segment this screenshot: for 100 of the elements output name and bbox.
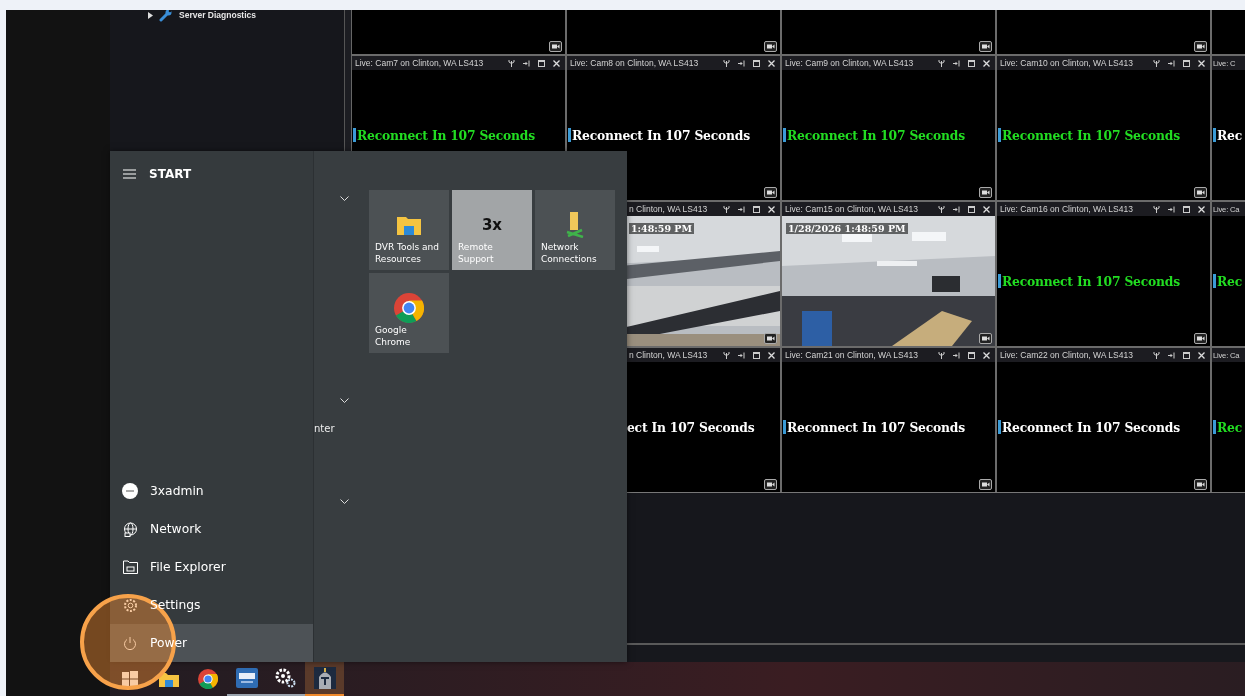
antenna-icon[interactable] bbox=[723, 59, 730, 67]
video-camera-icon[interactable] bbox=[979, 187, 992, 198]
chrome-icon bbox=[394, 293, 424, 323]
camera-title: Live: Cam7 on Clinton, WA LS413 bbox=[355, 58, 484, 68]
app-tile[interactable]: Network Connections bbox=[535, 190, 615, 270]
camera-title: n Clinton, WA LS413 bbox=[629, 350, 708, 360]
app-tile[interactable]: DVR Tools and Resources bbox=[369, 190, 449, 270]
maximize-icon[interactable] bbox=[538, 59, 545, 67]
app-tile[interactable]: Google Chrome bbox=[369, 273, 449, 353]
close-icon[interactable] bbox=[768, 59, 775, 67]
maximize-icon[interactable] bbox=[753, 59, 760, 67]
arrow-into-bracket-icon[interactable] bbox=[953, 351, 960, 359]
tree-item[interactable]: Server Diagnostics bbox=[148, 10, 344, 22]
reconnect-message: Reconnect In 107 Seconds bbox=[357, 127, 535, 143]
reconnect-message: Rec bbox=[1217, 127, 1242, 143]
gears-icon bbox=[274, 668, 297, 688]
menu-item[interactable]: 3xadmin bbox=[110, 472, 313, 510]
camera-title: Live: Cam10 on Clinton, WA LS413 bbox=[1000, 58, 1133, 68]
video-camera-icon[interactable] bbox=[979, 333, 992, 344]
maximize-icon[interactable] bbox=[1183, 351, 1190, 359]
maximize-icon[interactable] bbox=[968, 351, 975, 359]
message-marker bbox=[353, 128, 356, 142]
close-icon[interactable] bbox=[983, 59, 990, 67]
antenna-icon[interactable] bbox=[723, 351, 730, 359]
arrow-into-bracket-icon[interactable] bbox=[738, 59, 745, 67]
network-folder-icon bbox=[564, 212, 586, 238]
group-label: nter bbox=[314, 423, 335, 434]
maximize-icon[interactable] bbox=[1183, 59, 1190, 67]
video-camera-icon[interactable] bbox=[1194, 333, 1207, 344]
message-marker bbox=[998, 274, 1001, 288]
close-icon[interactable] bbox=[553, 59, 560, 67]
camera-title: Live: Cam16 on Clinton, WA LS413 bbox=[1000, 204, 1133, 214]
video-timestamp: 1:48:59 PM bbox=[629, 223, 695, 234]
maximize-icon[interactable] bbox=[1183, 205, 1190, 213]
close-icon[interactable] bbox=[768, 351, 775, 359]
message-marker bbox=[998, 420, 1001, 434]
arrow-into-bracket-icon[interactable] bbox=[1168, 351, 1175, 359]
arrow-into-bracket-icon[interactable] bbox=[738, 205, 745, 213]
antenna-icon[interactable] bbox=[938, 205, 945, 213]
video-camera-icon[interactable] bbox=[1194, 187, 1207, 198]
antenna-icon[interactable] bbox=[1153, 205, 1160, 213]
close-icon[interactable] bbox=[768, 205, 775, 213]
arrow-into-bracket-icon[interactable] bbox=[738, 351, 745, 359]
app-tile[interactable]: 3x Remote Support bbox=[452, 190, 532, 270]
reconnect-message: Reconnect In 107 Seconds bbox=[787, 419, 965, 435]
menu-icon[interactable] bbox=[123, 169, 136, 179]
antenna-icon[interactable] bbox=[938, 351, 945, 359]
message-marker bbox=[783, 128, 786, 142]
arrow-into-bracket-icon[interactable] bbox=[523, 59, 530, 67]
reconnect-message: Reconnect In 107 Seconds bbox=[1002, 273, 1180, 289]
reconnect-message: Reconnect In 107 Seconds bbox=[787, 127, 965, 143]
reconnect-message: Reconnect In 107 Seconds bbox=[1002, 419, 1180, 435]
chevron-down-icon[interactable] bbox=[340, 398, 349, 404]
video-camera-icon[interactable] bbox=[764, 479, 777, 490]
antenna-icon[interactable] bbox=[1153, 59, 1160, 67]
close-icon[interactable] bbox=[983, 205, 990, 213]
arrow-into-bracket-icon[interactable] bbox=[1168, 205, 1175, 213]
maximize-icon[interactable] bbox=[968, 59, 975, 67]
arrow-into-bracket-icon[interactable] bbox=[1168, 59, 1175, 67]
folder-icon bbox=[158, 671, 179, 687]
windows-logo-icon bbox=[121, 671, 138, 687]
menu-item[interactable]: Network bbox=[110, 510, 313, 548]
close-icon[interactable] bbox=[983, 351, 990, 359]
maximize-icon[interactable] bbox=[968, 205, 975, 213]
maximize-icon[interactable] bbox=[753, 205, 760, 213]
video-camera-icon[interactable] bbox=[979, 479, 992, 490]
menu-item[interactable]: Power bbox=[110, 624, 313, 662]
antenna-icon[interactable] bbox=[938, 59, 945, 67]
chevron-down-icon[interactable] bbox=[340, 499, 349, 505]
video-camera-icon[interactable] bbox=[764, 41, 777, 52]
folder-icon bbox=[397, 215, 421, 235]
menu-item[interactable]: File Explorer bbox=[110, 548, 313, 586]
arrow-into-bracket-icon[interactable] bbox=[953, 205, 960, 213]
close-icon[interactable] bbox=[1198, 59, 1205, 67]
antenna-icon[interactable] bbox=[508, 59, 515, 67]
camera-title: n Clinton, WA LS413 bbox=[629, 204, 708, 214]
message-marker bbox=[998, 128, 1001, 142]
camera-title: Live: Cam9 on Clinton, WA LS413 bbox=[785, 58, 914, 68]
antenna-icon[interactable] bbox=[1153, 351, 1160, 359]
reconnect-message: ect In 107 Seconds bbox=[627, 419, 755, 435]
close-icon[interactable] bbox=[1198, 351, 1205, 359]
arrow-into-bracket-icon[interactable] bbox=[953, 59, 960, 67]
maximize-icon[interactable] bbox=[753, 351, 760, 359]
video-timestamp: 1/28/2026 1:48:59 PM bbox=[786, 223, 908, 234]
video-camera-icon[interactable] bbox=[764, 187, 777, 198]
camera-title: Live: Cam22 on Clinton, WA LS413 bbox=[1000, 350, 1133, 360]
start-title: START bbox=[149, 167, 192, 181]
video-camera-icon[interactable] bbox=[549, 41, 562, 52]
video-camera-icon[interactable] bbox=[1194, 41, 1207, 52]
message-marker bbox=[1213, 274, 1216, 288]
close-icon[interactable] bbox=[1198, 205, 1205, 213]
antenna-icon[interactable] bbox=[723, 205, 730, 213]
video-camera-icon[interactable] bbox=[979, 41, 992, 52]
chevron-down-icon[interactable] bbox=[340, 196, 349, 202]
file-explorer-icon bbox=[122, 560, 138, 574]
collapsed-caret-icon[interactable] bbox=[148, 11, 153, 19]
video-camera-icon[interactable] bbox=[1194, 479, 1207, 490]
avatar-icon bbox=[122, 483, 138, 499]
taskbar-button[interactable] bbox=[305, 662, 344, 696]
video-camera-icon[interactable] bbox=[764, 333, 777, 344]
